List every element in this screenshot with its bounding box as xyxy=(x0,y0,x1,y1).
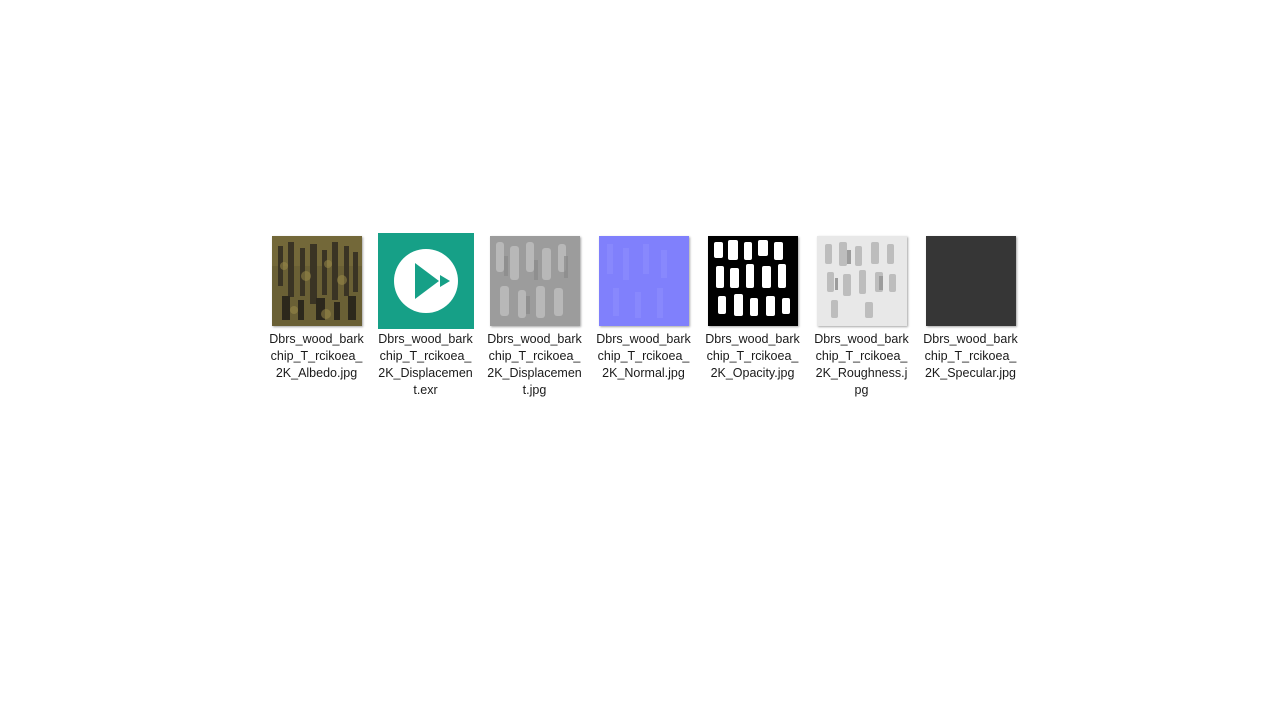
specular-thumbnail xyxy=(925,236,1016,326)
file-item-specular[interactable]: Dbrs_wood_barkchip_T_rcikoea_2K_Specular… xyxy=(916,233,1025,399)
displacement-thumbnail xyxy=(489,236,580,326)
file-name: Dbrs_wood_barkchip_T_rcikoea_2K_Normal.j… xyxy=(596,332,691,380)
file-item-displacement-jpg[interactable]: Dbrs_wood_barkchip_T_rcikoea_2K_Displace… xyxy=(480,233,589,399)
file-item-roughness[interactable]: Dbrs_wood_barkchip_T_rcikoea_2K_Roughnes… xyxy=(807,233,916,399)
opacity-thumbnail xyxy=(707,236,798,326)
file-name: Dbrs_wood_barkchip_T_rcikoea_2K_Opacity.… xyxy=(705,332,800,380)
media-player-icon xyxy=(377,233,474,329)
normal-thumbnail xyxy=(598,236,689,326)
albedo-thumbnail xyxy=(271,236,362,326)
file-name: Dbrs_wood_barkchip_T_rcikoea_2K_Albedo.j… xyxy=(269,332,364,380)
file-name: Dbrs_wood_barkchip_T_rcikoea_2K_Specular… xyxy=(923,332,1018,380)
file-grid: Dbrs_wood_barkchip_T_rcikoea_2K_Albedo.j… xyxy=(262,233,1025,399)
file-item-opacity[interactable]: Dbrs_wood_barkchip_T_rcikoea_2K_Opacity.… xyxy=(698,233,807,399)
file-name: Dbrs_wood_barkchip_T_rcikoea_2K_Displace… xyxy=(487,332,582,397)
roughness-thumbnail xyxy=(816,236,907,326)
file-name: Dbrs_wood_barkchip_T_rcikoea_2K_Roughnes… xyxy=(814,332,909,397)
file-item-albedo[interactable]: Dbrs_wood_barkchip_T_rcikoea_2K_Albedo.j… xyxy=(262,233,371,399)
file-item-normal[interactable]: Dbrs_wood_barkchip_T_rcikoea_2K_Normal.j… xyxy=(589,233,698,399)
file-item-displacement-exr[interactable]: Dbrs_wood_barkchip_T_rcikoea_2K_Displace… xyxy=(371,233,480,399)
file-name: Dbrs_wood_barkchip_T_rcikoea_2K_Displace… xyxy=(378,332,473,397)
file-explorer-view: Dbrs_wood_barkchip_T_rcikoea_2K_Albedo.j… xyxy=(0,0,1280,720)
